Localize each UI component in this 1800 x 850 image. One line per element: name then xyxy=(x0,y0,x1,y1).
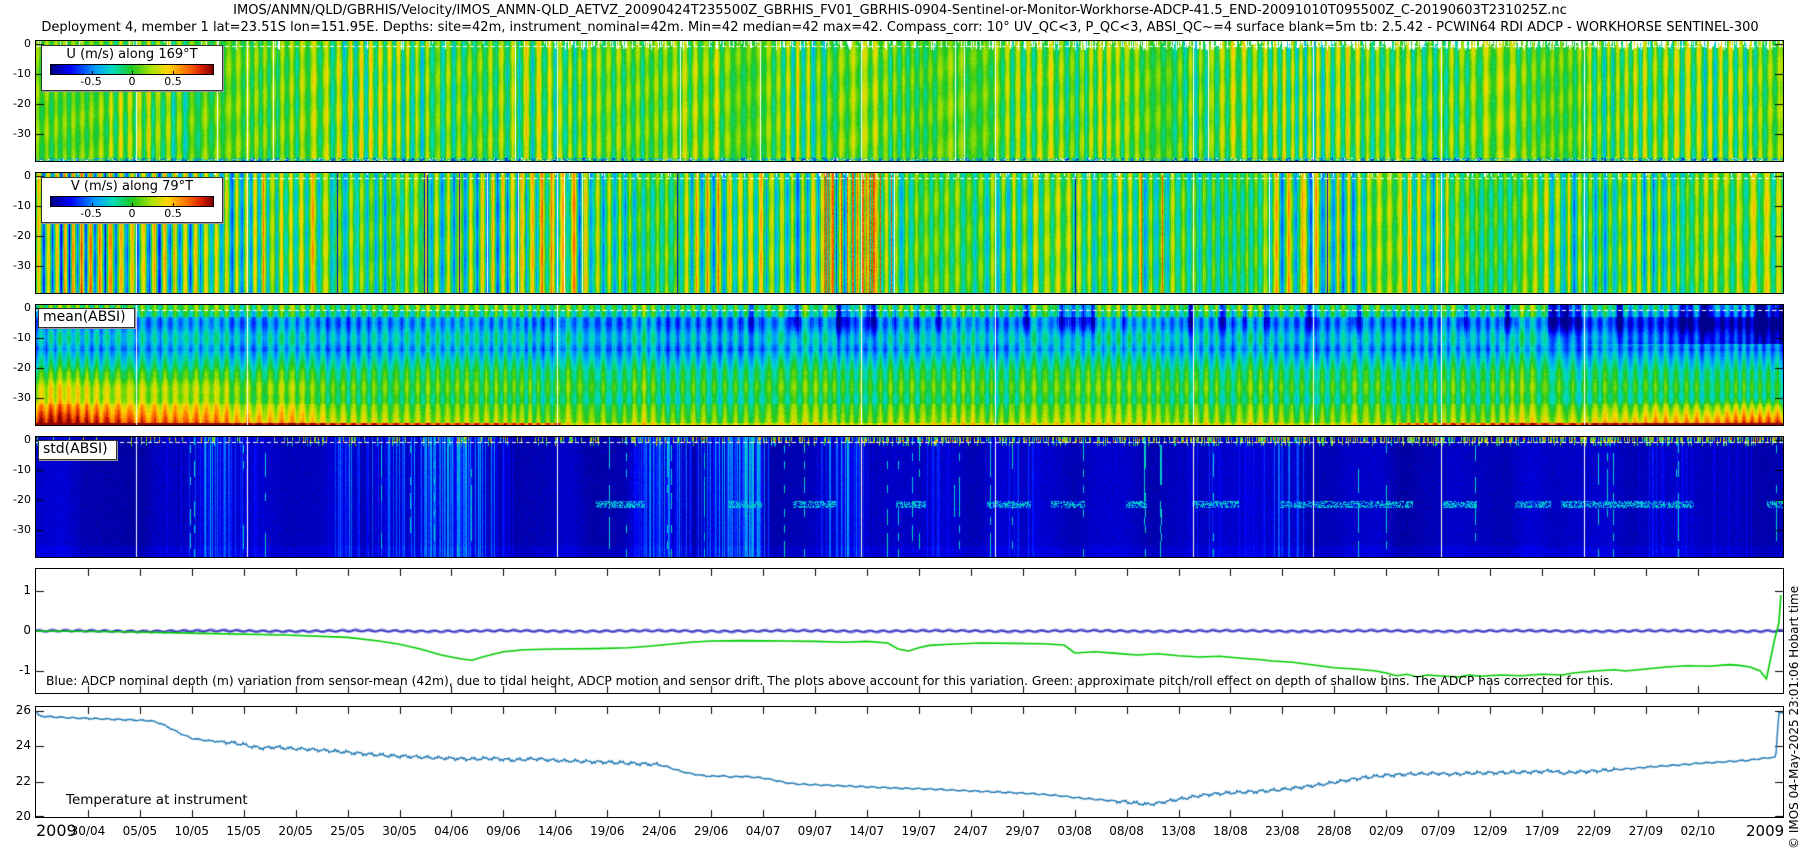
imos-watermark: © IMOS 04-May-2025 23:01:06 Hobart time xyxy=(1787,586,1800,849)
y-tick-label: 0 xyxy=(1,37,31,51)
x-tick-label: 20/05 xyxy=(278,824,313,838)
y-tick-label: -30 xyxy=(1,259,31,273)
y-tick-label: -10 xyxy=(1,67,31,81)
x-tick-label: 22/09 xyxy=(1577,824,1612,838)
x-tick-label: 04/07 xyxy=(746,824,781,838)
panel-std-absi: std(ABSI) xyxy=(35,436,1784,558)
panel-v-velocity: V (m/s) along 79°T -0.5 0 0.5 xyxy=(35,172,1784,294)
y-tick-label: 0 xyxy=(1,433,31,447)
depth-variation-annotation: Blue: ADCP nominal depth (m) variation f… xyxy=(46,674,1613,688)
colorbar-tick-labels: -0.5 0 0.5 xyxy=(50,207,214,220)
colorbar-tick-labels: -0.5 0 0.5 xyxy=(50,75,214,88)
x-tick-label: 03/08 xyxy=(1057,824,1092,838)
x-tick-label: 13/08 xyxy=(1161,824,1196,838)
y-tick-label: -10 xyxy=(1,463,31,477)
colorbar-tick-label: -0.5 xyxy=(80,75,101,88)
y-tick-label: 1 xyxy=(1,583,31,598)
y-tick-label: -20 xyxy=(1,493,31,507)
x-tick-label: 17/09 xyxy=(1525,824,1560,838)
y-tick-label: -20 xyxy=(1,361,31,375)
y-tick-label: -30 xyxy=(1,127,31,141)
x-tick-label: 27/09 xyxy=(1629,824,1664,838)
colorbar-tick-label: 0 xyxy=(129,207,136,220)
y-tick-label: 0 xyxy=(1,623,31,638)
y-tick-label: -30 xyxy=(1,391,31,405)
y-tick-label: 26 xyxy=(1,703,31,718)
temperature-label: Temperature at instrument xyxy=(66,792,248,808)
x-tick-label: 02/09 xyxy=(1369,824,1404,838)
u-legend-title: U (m/s) along 169°T xyxy=(46,47,218,63)
x-tick-label: 12/09 xyxy=(1473,824,1508,838)
u-colorbar-legend: U (m/s) along 169°T -0.5 0 0.5 xyxy=(41,45,223,91)
colorbar-tick-label: 0.5 xyxy=(164,75,182,88)
v-velocity-heatmap xyxy=(36,173,1783,293)
y-tick-label: -30 xyxy=(1,523,31,537)
x-tick-label: 29/06 xyxy=(694,824,729,838)
y-tick-label: 20 xyxy=(1,809,31,824)
x-tick-label: 18/08 xyxy=(1213,824,1248,838)
y-tick-label: -10 xyxy=(1,331,31,345)
jet-colorbar xyxy=(50,196,214,207)
x-tick-label: 14/06 xyxy=(538,824,573,838)
panel-temperature: Temperature at instrument xyxy=(35,706,1784,818)
y-tick-label: 0 xyxy=(1,169,31,183)
temperature-lineplot xyxy=(36,707,1783,817)
x-tick-label: 19/06 xyxy=(590,824,625,838)
x-tick-label: 02/10 xyxy=(1681,824,1716,838)
x-tick-label: 25/05 xyxy=(330,824,365,838)
x-tick-label: 07/09 xyxy=(1421,824,1456,838)
colorbar-tick-label: -0.5 xyxy=(80,207,101,220)
v-legend-title: V (m/s) along 79°T xyxy=(46,179,218,195)
x-tick-label: 24/06 xyxy=(642,824,677,838)
x-tick-label: 23/08 xyxy=(1265,824,1300,838)
figure-subtitle: Deployment 4, member 1 lat=23.51S lon=15… xyxy=(0,20,1800,35)
v-colorbar-legend: V (m/s) along 79°T -0.5 0 0.5 xyxy=(41,177,223,223)
y-tick-label: -20 xyxy=(1,97,31,111)
std-absi-label: std(ABSI) xyxy=(38,440,117,460)
colorbar-tick-label: 0.5 xyxy=(164,207,182,220)
x-tick-label: 29/07 xyxy=(1005,824,1040,838)
x-tick-label: 30/04 xyxy=(71,824,106,838)
x-tick-label: 09/07 xyxy=(798,824,833,838)
y-tick-label: 0 xyxy=(1,301,31,315)
adcp-report-figure: IMOS/ANMN/QLD/GBRHIS/Velocity/IMOS_ANMN-… xyxy=(0,0,1800,850)
u-velocity-heatmap xyxy=(36,41,1783,161)
x-tick-label: 05/05 xyxy=(123,824,158,838)
x-tick-label: 10/05 xyxy=(174,824,209,838)
mean-absi-label: mean(ABSI) xyxy=(38,308,135,328)
mean-absi-heatmap xyxy=(36,305,1783,425)
x-tick-label: 28/08 xyxy=(1317,824,1352,838)
figure-title: IMOS/ANMN/QLD/GBRHIS/Velocity/IMOS_ANMN-… xyxy=(0,3,1800,18)
std-absi-heatmap xyxy=(36,437,1783,557)
x-tick-label: 15/05 xyxy=(226,824,261,838)
x-tick-label: 09/06 xyxy=(486,824,521,838)
panel-mean-absi: mean(ABSI) xyxy=(35,304,1784,426)
y-tick-label: 24 xyxy=(1,738,31,753)
panel-u-velocity: U (m/s) along 169°T -0.5 0 0.5 xyxy=(35,40,1784,162)
x-tick-label: 30/05 xyxy=(382,824,417,838)
y-tick-label: -20 xyxy=(1,229,31,243)
y-tick-label: -10 xyxy=(1,199,31,213)
panel-depth-variation: Blue: ADCP nominal depth (m) variation f… xyxy=(35,568,1784,694)
y-tick-label: -1 xyxy=(1,663,31,678)
x-axis-year-right: 2009 xyxy=(1746,822,1784,840)
x-tick-label: 24/07 xyxy=(953,824,988,838)
y-tick-label: 22 xyxy=(1,774,31,789)
jet-colorbar xyxy=(50,64,214,75)
x-tick-label: 04/06 xyxy=(434,824,469,838)
x-tick-label: 14/07 xyxy=(850,824,885,838)
colorbar-tick-label: 0 xyxy=(129,75,136,88)
x-tick-label: 19/07 xyxy=(902,824,937,838)
x-tick-label: 08/08 xyxy=(1109,824,1144,838)
